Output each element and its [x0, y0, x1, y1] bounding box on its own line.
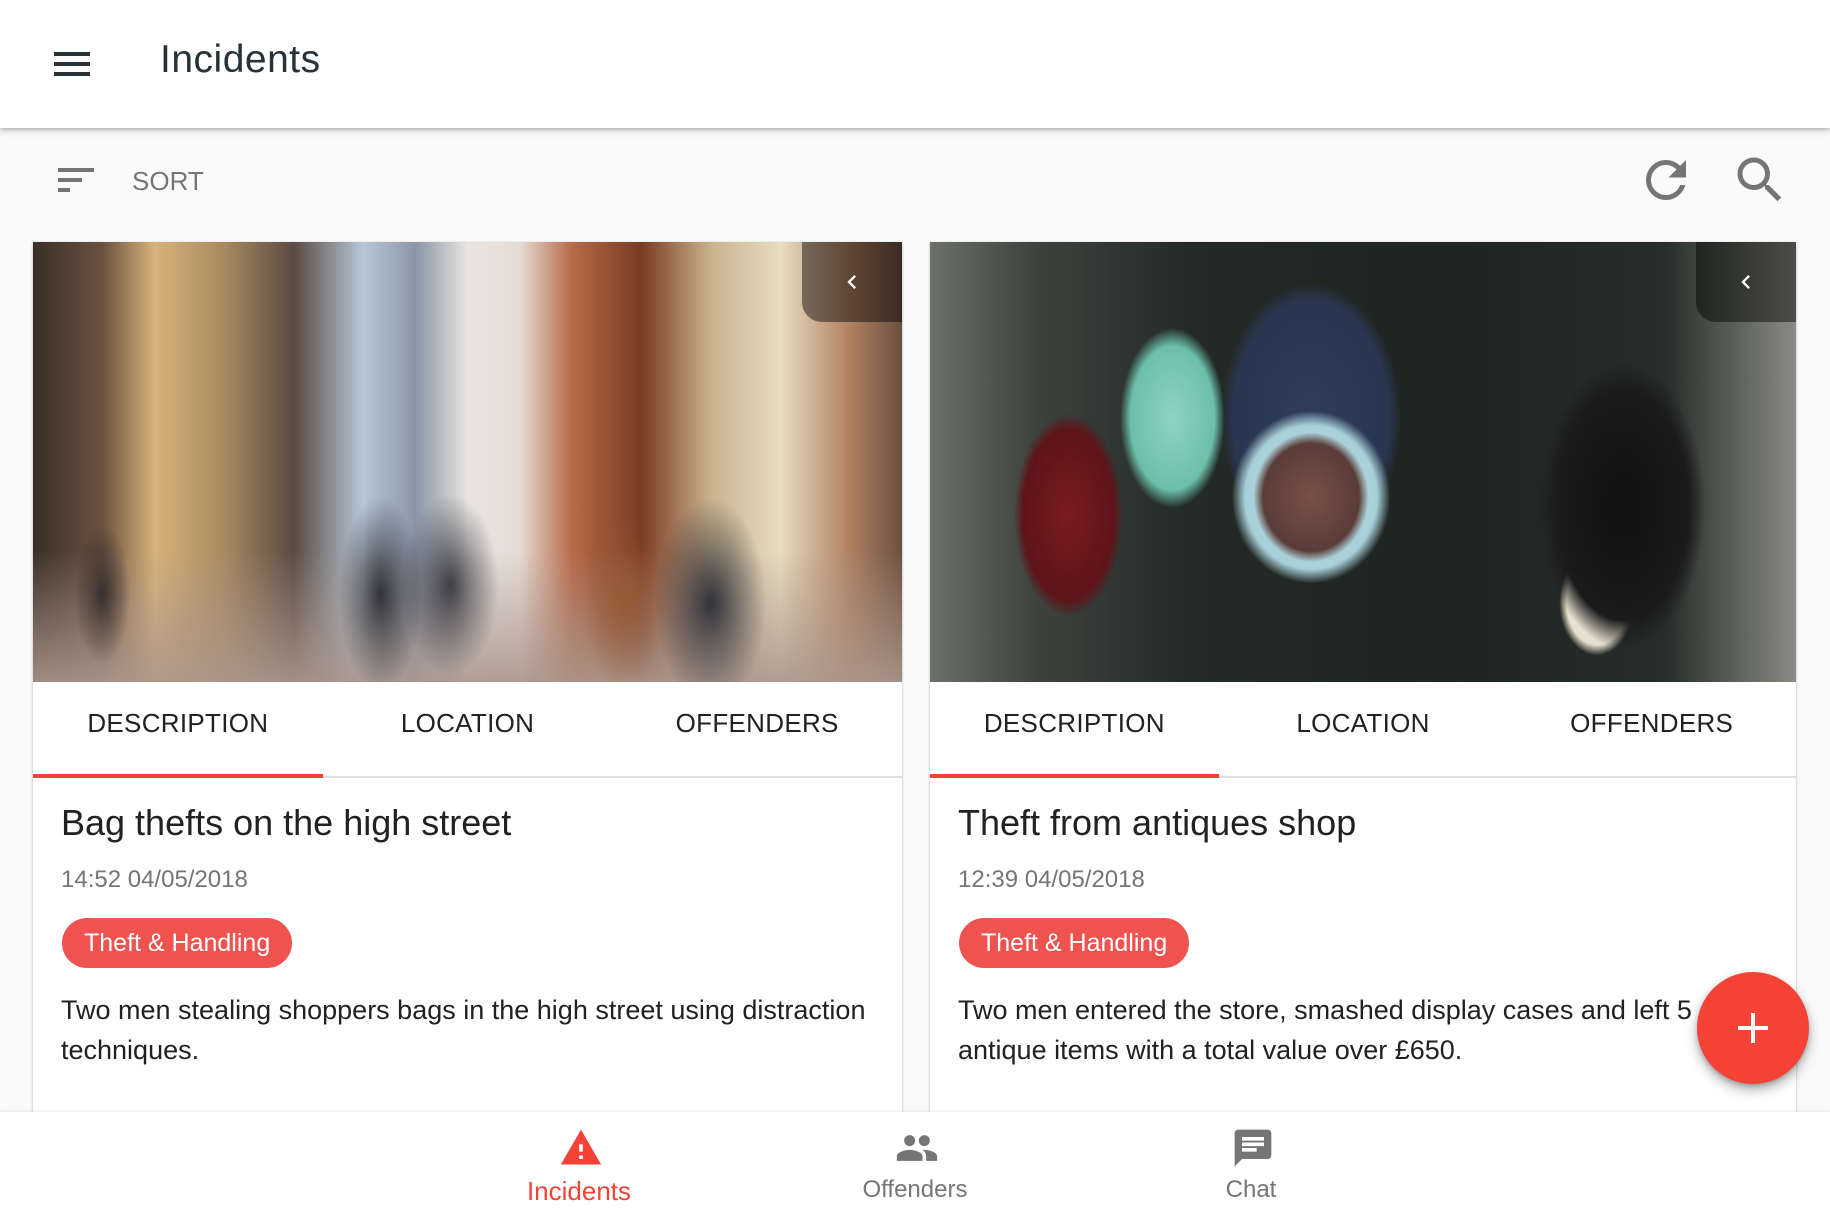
- chat-icon: [1234, 1129, 1272, 1167]
- toolbar: [0, 128, 1830, 242]
- tab-location[interactable]: LOCATION: [323, 682, 613, 776]
- incident-tabs: DESCRIPTION LOCATION OFFENDERS: [33, 682, 902, 778]
- tab-offenders[interactable]: OFFENDERS: [1507, 682, 1796, 776]
- tab-description[interactable]: DESCRIPTION: [930, 682, 1219, 778]
- incident-title: Bag thefts on the high street: [61, 802, 512, 843]
- incident-timestamp: 12:39 04/05/2018: [958, 866, 1145, 893]
- hamburger-menu-icon-line: [54, 72, 90, 76]
- add-incident-button[interactable]: [1697, 972, 1809, 1084]
- refresh-button[interactable]: [1636, 150, 1696, 210]
- category-chip[interactable]: Theft & Handling: [62, 918, 293, 968]
- search-icon: [1737, 157, 1782, 202]
- nav-label-incidents: Incidents: [526, 1176, 632, 1206]
- sort-button[interactable]: SORT: [48, 150, 228, 210]
- incident-image: [930, 242, 1796, 682]
- nav-item-offenders[interactable]: Offenders: [805, 1112, 1025, 1224]
- collapse-media-button[interactable]: [802, 242, 902, 322]
- refresh-icon: [1646, 160, 1686, 200]
- nav-item-incidents[interactable]: Incidents: [469, 1112, 689, 1224]
- incident-image: [33, 242, 902, 682]
- search-button[interactable]: [1730, 150, 1790, 210]
- sort-label: SORT: [132, 166, 204, 196]
- tab-location[interactable]: LOCATION: [1219, 682, 1508, 776]
- page-title: Incidents: [160, 38, 321, 81]
- chevron-left-icon: [847, 275, 856, 289]
- nav-label-chat: Chat: [1225, 1176, 1277, 1203]
- app-bar: Incidents: [0, 0, 1830, 128]
- chevron-left-icon: [1741, 275, 1750, 289]
- incident-timestamp: 14:52 04/05/2018: [61, 866, 248, 893]
- sort-icon: [58, 168, 94, 192]
- incident-card[interactable]: DESCRIPTION LOCATION OFFENDERS Bag theft…: [33, 242, 902, 1112]
- hamburger-menu-icon: [54, 52, 90, 56]
- incident-card[interactable]: DESCRIPTION LOCATION OFFENDERS Theft fro…: [930, 242, 1796, 1112]
- incident-description: Two men stealing shoppers bags in the hi…: [61, 995, 866, 1065]
- collapse-media-button[interactable]: [1696, 242, 1796, 322]
- incident-description: Two men entered the store, smashed displ…: [958, 995, 1772, 1065]
- nav-label-offenders: Offenders: [862, 1176, 968, 1203]
- people-icon: [896, 1135, 938, 1161]
- tab-offenders[interactable]: OFFENDERS: [612, 682, 902, 776]
- tab-description[interactable]: DESCRIPTION: [33, 682, 323, 778]
- menu-button[interactable]: [40, 34, 104, 94]
- bottom-navigation: Incidents Offenders Chat: [0, 1112, 1830, 1224]
- hamburger-menu-icon-line: [54, 62, 90, 66]
- nav-item-chat[interactable]: Chat: [1141, 1112, 1361, 1224]
- incident-title: Theft from antiques shop: [958, 802, 1357, 843]
- category-chip[interactable]: Theft & Handling: [959, 918, 1190, 968]
- warning-icon: [560, 1129, 602, 1165]
- incident-tabs: DESCRIPTION LOCATION OFFENDERS: [930, 682, 1796, 778]
